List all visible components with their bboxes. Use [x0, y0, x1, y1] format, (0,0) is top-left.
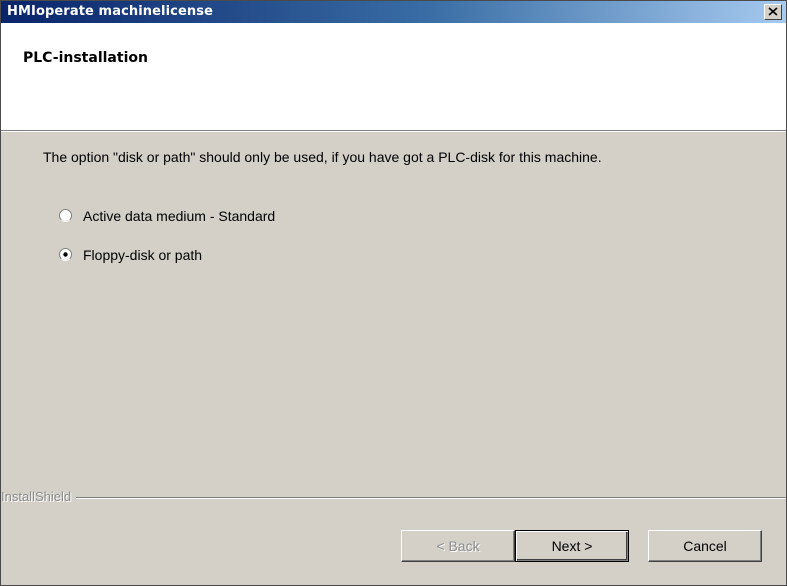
radio-label-floppy: Floppy-disk or path: [83, 247, 203, 263]
window-title: HMIoperate machinelicense: [7, 4, 213, 19]
radio-label-standard: Active data medium - Standard: [83, 208, 276, 224]
back-button[interactable]: < Back: [401, 530, 515, 562]
header-divider: [1, 130, 786, 132]
close-icon: [768, 7, 778, 16]
next-button[interactable]: Next >: [515, 530, 629, 562]
title-bar[interactable]: HMIoperate machinelicense: [1, 1, 786, 23]
radio-checked-icon[interactable]: [59, 248, 72, 261]
brand-divider: [1, 497, 786, 499]
installer-dialog: HMIoperate machinelicense PLC-installati…: [0, 0, 787, 586]
instruction-text: The option "disk or path" should only be…: [43, 149, 602, 165]
page-title: PLC-installation: [23, 50, 148, 66]
header-panel: PLC-installation: [1, 23, 786, 131]
cancel-button[interactable]: Cancel: [648, 530, 762, 562]
installshield-brand-label: InstallShield: [1, 489, 77, 504]
radio-unchecked-icon[interactable]: [59, 209, 72, 222]
close-button[interactable]: [764, 4, 782, 20]
